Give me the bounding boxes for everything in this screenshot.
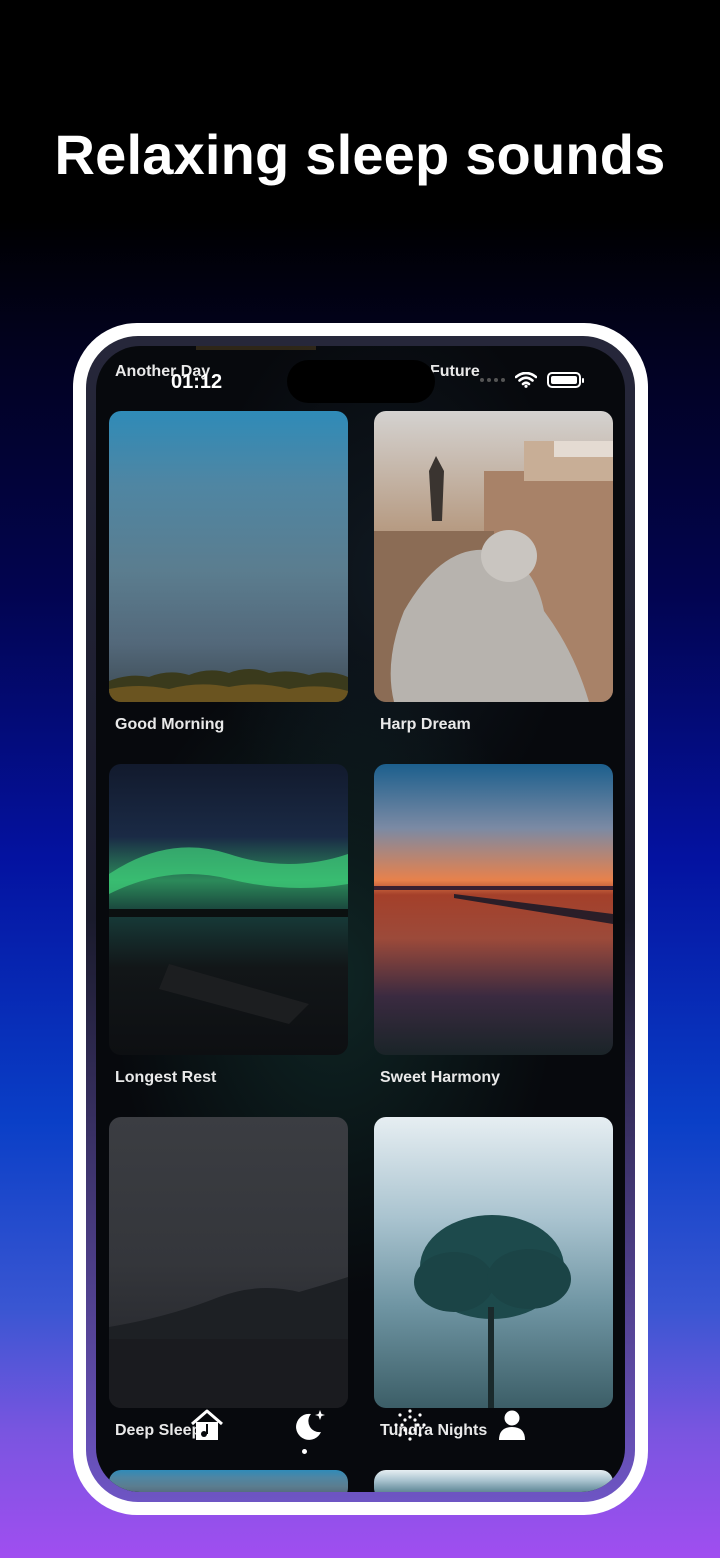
- card-art: [109, 1277, 348, 1408]
- dynamic-island: [287, 360, 435, 403]
- sound-card-partial[interactable]: [109, 1470, 348, 1492]
- person-icon: [499, 1410, 525, 1440]
- headline: Relaxing sleep sounds: [0, 122, 720, 187]
- app-screen: Another Day Future 01:12 Good Morning Ha…: [96, 346, 625, 1492]
- card-art: [374, 886, 613, 924]
- sound-title: Longest Rest: [115, 1069, 217, 1086]
- sound-card-sweet-harmony[interactable]: [374, 764, 613, 1055]
- sound-card-harp-dream[interactable]: [374, 411, 613, 702]
- tab-bar: [96, 1405, 625, 1455]
- card-art: [374, 441, 613, 702]
- tab-breathe[interactable]: [390, 1405, 430, 1445]
- tab-home[interactable]: [187, 1405, 227, 1445]
- battery-icon: [547, 372, 584, 388]
- phone-frame: Another Day Future 01:12 Good Morning Ha…: [73, 323, 648, 1515]
- headline-suffix: sounds: [465, 123, 666, 186]
- sound-card-good-morning[interactable]: [109, 411, 348, 702]
- status-time: 01:12: [171, 371, 223, 393]
- card-art: [414, 1215, 571, 1408]
- dots-flower-icon: [394, 1409, 426, 1441]
- tab-sleep[interactable]: [289, 1405, 329, 1445]
- sound-card-tundra-nights[interactable]: [374, 1117, 613, 1408]
- sound-card-deep-sleep[interactable]: [109, 1117, 348, 1408]
- tab-profile[interactable]: [492, 1405, 532, 1445]
- status-icons: [480, 372, 584, 388]
- sound-card-longest-rest[interactable]: [109, 764, 348, 1055]
- active-tab-indicator: [302, 1449, 307, 1454]
- headline-prefix: Relaxing: [54, 123, 290, 186]
- home-music-icon: [191, 1409, 223, 1440]
- headline-bold: sleep: [305, 123, 450, 186]
- partial-card-title[interactable]: Future: [430, 363, 480, 381]
- sound-card-partial[interactable]: [374, 1470, 613, 1492]
- card-art: [109, 847, 348, 1024]
- sound-title: Sweet Harmony: [380, 1069, 501, 1086]
- signal-icon: [480, 378, 505, 382]
- partial-card-art: [196, 346, 316, 350]
- sound-title: Good Morning: [115, 716, 225, 733]
- wifi-icon: [515, 372, 537, 388]
- phone-bezel: Another Day Future 01:12 Good Morning Ha…: [86, 336, 635, 1502]
- moon-stars-icon: [296, 1410, 325, 1440]
- sound-title: Harp Dream: [380, 716, 471, 733]
- card-art: [109, 669, 348, 702]
